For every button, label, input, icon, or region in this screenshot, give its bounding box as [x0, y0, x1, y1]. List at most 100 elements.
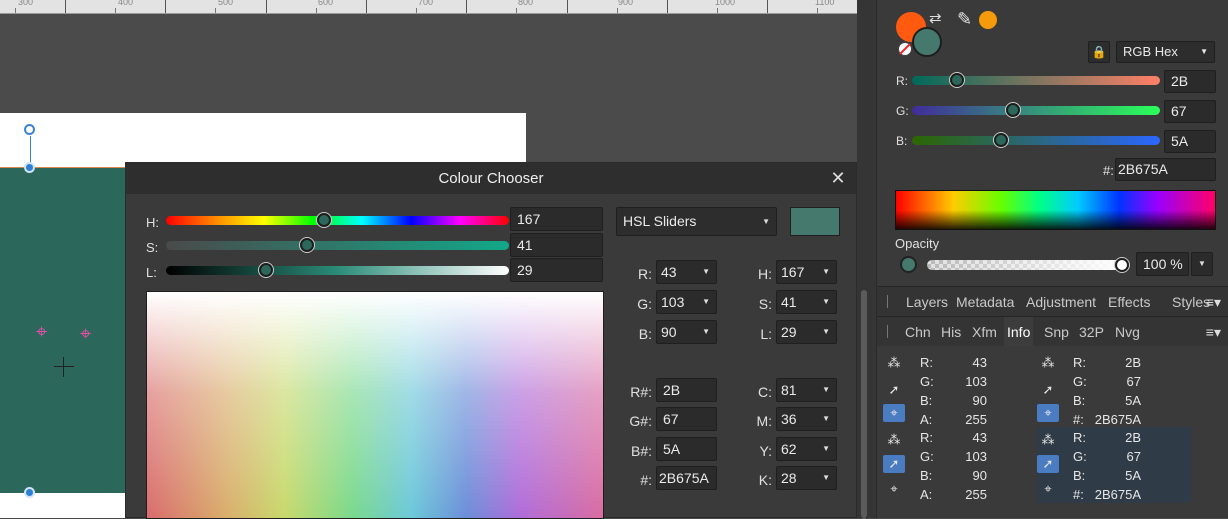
target-icon[interactable]: ⌖: [1037, 480, 1059, 498]
info-value: 43: [972, 355, 987, 370]
green-channel-knob[interactable]: [1006, 103, 1020, 117]
no-colour-icon[interactable]: [898, 42, 912, 56]
blue-label: B:: [638, 326, 652, 342]
tab-layers[interactable]: Layers: [903, 287, 951, 317]
blue-channel-field[interactable]: 5A: [1164, 130, 1216, 153]
picked-colour-swatch[interactable]: [979, 11, 997, 29]
tab-navigator[interactable]: Nvg: [1112, 317, 1143, 347]
swap-colours-icon[interactable]: ⇄: [929, 9, 942, 27]
target-icon[interactable]: ⌖: [1037, 404, 1059, 422]
red-hex-field[interactable]: 2B: [656, 378, 717, 402]
red-channel-knob[interactable]: [950, 73, 964, 87]
lightness-field[interactable]: 29 ▼: [776, 320, 837, 344]
green-label: G:: [637, 296, 652, 312]
close-icon[interactable]: ✕: [826, 166, 850, 190]
gradient-target-icon[interactable]: ⌖: [36, 322, 47, 342]
pointer-icon[interactable]: ➚: [883, 381, 905, 399]
colour-model-dropdown[interactable]: RGB Hex ▼: [1116, 41, 1215, 63]
info-label: B:: [920, 393, 933, 408]
hex-field[interactable]: 2B675A: [656, 466, 717, 490]
tab-transform[interactable]: Xfm: [969, 317, 1000, 347]
panel-menu-icon[interactable]: ≡▾: [1206, 287, 1221, 317]
stroke-colour-swatch[interactable]: [912, 27, 942, 57]
blue-channel-slider[interactable]: [912, 136, 1160, 145]
info-label: B:: [920, 468, 933, 483]
hue-slider-field[interactable]: 167: [510, 207, 603, 231]
red-field[interactable]: 43 ▼: [656, 260, 717, 284]
opacity-label: Opacity: [895, 236, 940, 251]
tab-adjustment[interactable]: Adjustment: [1023, 287, 1099, 317]
saturation-slider[interactable]: [166, 241, 509, 250]
yellow-field[interactable]: 62 ▼: [776, 437, 837, 461]
info-value: 2B675A: [1094, 412, 1141, 427]
colour-spectrum-bar[interactable]: [895, 190, 1216, 230]
colour-picker-icon[interactable]: ✎: [957, 9, 972, 30]
green-field[interactable]: 103 ▼: [656, 290, 717, 314]
green-channel-field[interactable]: 67: [1164, 100, 1216, 123]
tab-metadata[interactable]: Metadata: [953, 287, 1017, 317]
target-icon[interactable]: ⌖: [883, 404, 905, 422]
lightness-slider-label: L:: [146, 265, 157, 280]
tab-info[interactable]: Info: [1004, 317, 1034, 347]
chevron-down-icon[interactable]: ▼: [1191, 252, 1213, 276]
panel-menu-icon[interactable]: ≡▾: [1206, 317, 1221, 347]
hex-label: #:: [1103, 163, 1114, 178]
pointer-icon[interactable]: ➚: [1037, 381, 1059, 399]
magenta-label: M:: [756, 413, 772, 429]
colour-sample-icon[interactable]: ⁂: [1037, 354, 1059, 372]
top-resize-handle[interactable]: [24, 162, 35, 173]
blue-channel-knob[interactable]: [994, 133, 1008, 147]
lightness-slider-knob[interactable]: [259, 263, 273, 277]
tab-32bit-preview[interactable]: 32P: [1076, 317, 1107, 347]
red-channel-field[interactable]: 2B: [1164, 70, 1216, 93]
pointer-icon[interactable]: ➚: [883, 455, 905, 473]
colour-sample-icon[interactable]: ⁂: [1037, 431, 1059, 449]
green-hex-field[interactable]: 67: [656, 407, 717, 431]
rotation-handle[interactable]: [24, 124, 35, 135]
pointer-icon[interactable]: ➚: [1037, 455, 1059, 473]
saturation-field[interactable]: 41 ▼: [776, 290, 837, 314]
target-icon[interactable]: ⌖: [883, 480, 905, 498]
info-value: 67: [1126, 374, 1141, 389]
tab-effects[interactable]: Effects: [1105, 287, 1154, 317]
tab-snapping[interactable]: Snp: [1041, 317, 1072, 347]
tab-history[interactable]: His: [938, 317, 964, 347]
green-channel-slider[interactable]: [912, 106, 1160, 115]
cyan-field[interactable]: 81 ▼: [776, 378, 837, 402]
hue-slider[interactable]: [166, 216, 509, 225]
colour-mode-dropdown[interactable]: HSL Sliders ▼: [616, 207, 777, 236]
info-value: 5A: [1125, 393, 1141, 408]
saturation-slider-knob[interactable]: [300, 238, 314, 252]
colour-spectrum-area[interactable]: [146, 291, 604, 519]
blue-hex-field[interactable]: 5A: [656, 437, 717, 461]
ruler-label: 800: [518, 0, 534, 7]
info-label: G:: [1073, 449, 1087, 464]
ruler-label: 700: [418, 0, 434, 7]
tab-channels[interactable]: Chn: [902, 317, 934, 347]
opacity-slider-knob[interactable]: [1115, 258, 1129, 272]
lock-icon[interactable]: 🔒: [1088, 41, 1110, 63]
hue-field[interactable]: 167 ▼: [776, 260, 837, 284]
selected-rectangle-shape[interactable]: [0, 167, 130, 493]
opacity-field[interactable]: 100 %: [1136, 252, 1189, 276]
saturation-slider-field[interactable]: 41: [510, 233, 603, 257]
red-hex-label: R#:: [630, 384, 652, 400]
current-colour-swatch: [790, 207, 840, 236]
blue-field[interactable]: 90 ▼: [656, 320, 717, 344]
colour-sample-icon[interactable]: ⁂: [883, 431, 905, 449]
colour-sample-icon[interactable]: ⁂: [883, 354, 905, 372]
blue-channel-label: B:: [896, 134, 908, 148]
black-field[interactable]: 28 ▼: [776, 466, 837, 490]
magenta-field[interactable]: 36 ▼: [776, 407, 837, 431]
info-label: R:: [920, 430, 933, 445]
red-label: R:: [638, 266, 652, 282]
dialog-title: Colour Chooser: [126, 163, 856, 194]
canvas-scrollbar[interactable]: [861, 290, 867, 518]
hex-field[interactable]: 2B675A: [1115, 158, 1216, 181]
opacity-slider[interactable]: [927, 260, 1125, 270]
gradient-target-icon[interactable]: ⌖: [80, 324, 91, 344]
bottom-resize-handle[interactable]: [24, 487, 35, 498]
hue-slider-knob[interactable]: [317, 213, 331, 227]
lightness-slider-field[interactable]: 29: [510, 258, 603, 282]
lightness-slider[interactable]: [166, 266, 509, 275]
